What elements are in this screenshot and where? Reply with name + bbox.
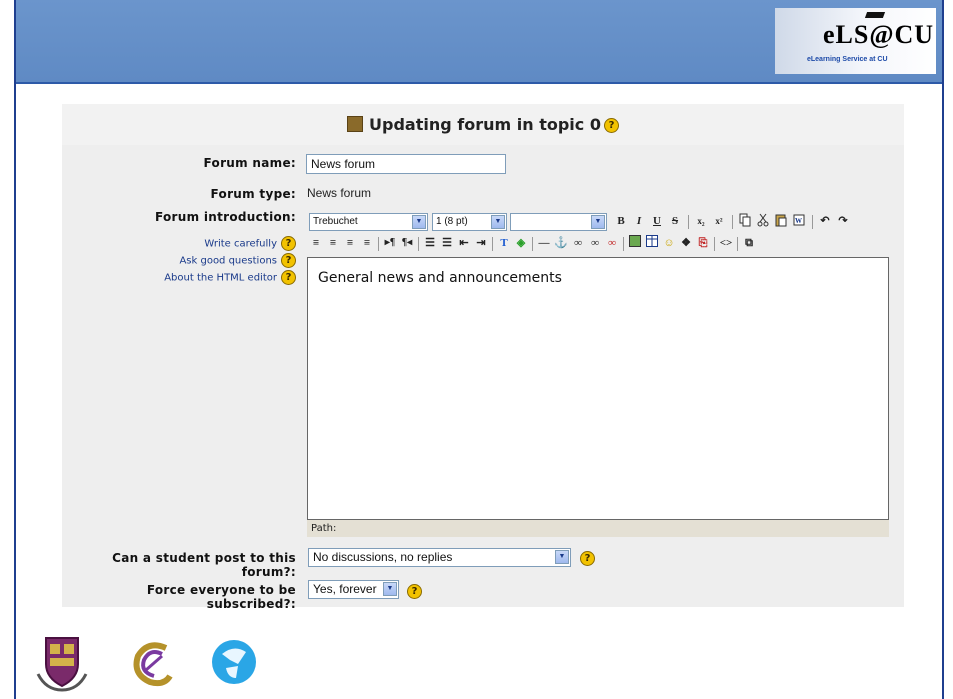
align-right-icon[interactable]: ≡ xyxy=(343,235,357,251)
chevron-down-icon: ▼ xyxy=(412,215,426,229)
help-icon: ? xyxy=(281,253,296,268)
force-subscribe-value: Yes, forever xyxy=(313,582,377,596)
redo-icon[interactable]: ↷ xyxy=(836,213,850,229)
logo-main-text: eLS@CU xyxy=(823,20,935,49)
student-post-value: No discussions, no replies xyxy=(313,550,453,564)
page-heading-bar: Updating forum in topic 0? xyxy=(62,104,904,145)
style-select[interactable]: ▼ xyxy=(510,213,607,231)
image-icon[interactable] xyxy=(628,235,642,251)
help-link-label: Ask good questions xyxy=(179,255,277,267)
justify-icon[interactable]: ≡ xyxy=(360,235,374,251)
student-post-label: Can a student post to this forum?: xyxy=(112,551,296,579)
help-about-html-editor[interactable]: About the HTML editor? xyxy=(100,270,296,285)
toolbar-separator xyxy=(732,215,733,229)
smiley-icon[interactable]: ☺ xyxy=(662,235,676,251)
ltr-icon[interactable]: ▸¶ xyxy=(383,235,397,251)
force-subscribe-label: Force everyone to be subscribed?: xyxy=(146,583,296,611)
html-source-icon[interactable]: <> xyxy=(719,235,733,251)
forum-type-value: News forum xyxy=(307,186,372,200)
bg-color-icon[interactable]: ◈ xyxy=(514,235,528,251)
font-size-select[interactable]: 1 (8 pt) ▼ xyxy=(432,213,507,231)
c-swirl-logo[interactable] xyxy=(126,634,178,694)
search-replace-icon[interactable]: ⎘ xyxy=(696,235,710,251)
text-color-icon[interactable]: T xyxy=(497,235,511,251)
rtl-icon[interactable]: ¶◂ xyxy=(400,235,414,251)
unlink-icon[interactable]: ∞ xyxy=(588,235,602,251)
toolbar-separator xyxy=(623,237,624,251)
student-post-select[interactable]: No discussions, no replies ▼ xyxy=(308,548,571,567)
help-link-label: About the HTML editor xyxy=(164,272,277,284)
forum-name-input[interactable]: News forum xyxy=(306,154,506,174)
link-icon[interactable]: ∞ xyxy=(571,235,585,251)
top-banner: eLS@CU eLearning Service at CU xyxy=(16,0,942,84)
fullscreen-icon[interactable]: ⧉ xyxy=(742,235,756,251)
chevron-down-icon: ▼ xyxy=(555,550,569,564)
forum-icon xyxy=(347,116,364,132)
special-char-icon[interactable]: ❖ xyxy=(679,235,693,251)
paste-icon[interactable] xyxy=(774,213,788,229)
toolbar-separator xyxy=(812,215,813,229)
chevron-down-icon: ▼ xyxy=(491,215,505,229)
underline-button[interactable]: U xyxy=(650,213,664,229)
strikethrough-button[interactable]: S xyxy=(668,213,682,229)
page-heading: Updating forum in topic 0? xyxy=(62,115,904,134)
page-title: Updating forum in topic 0 xyxy=(369,115,601,134)
ordered-list-icon[interactable]: ☰ xyxy=(423,235,437,251)
cut-icon[interactable] xyxy=(756,213,770,229)
font-family-select[interactable]: Trebuchet ▼ xyxy=(309,213,428,231)
font-family-value: Trebuchet xyxy=(313,216,358,227)
outdent-icon[interactable]: ⇤ xyxy=(457,235,471,251)
graduation-cap-icon xyxy=(864,12,886,18)
table-icon[interactable] xyxy=(645,235,659,251)
anchor-icon[interactable]: ⚓ xyxy=(554,235,568,251)
logo-subtitle: eLearning Service at CU xyxy=(807,56,888,63)
forum-type-label: Forum type: xyxy=(210,187,296,201)
toolbar-separator xyxy=(418,237,419,251)
editor-path-bar: Path: xyxy=(307,520,889,537)
toolbar-separator xyxy=(688,215,689,229)
help-link-label: Write carefully xyxy=(204,238,277,250)
help-icon[interactable]: ? xyxy=(580,551,595,566)
toolbar-separator xyxy=(714,237,715,251)
indent-icon[interactable]: ⇥ xyxy=(474,235,488,251)
chevron-down-icon: ▼ xyxy=(383,582,397,596)
forum-name-label: Forum name: xyxy=(203,156,296,170)
globe-logo[interactable] xyxy=(208,634,260,694)
italic-button[interactable]: I xyxy=(632,213,646,229)
els-cu-logo[interactable]: eLS@CU eLearning Service at CU xyxy=(775,8,936,74)
bold-button[interactable]: B xyxy=(614,213,628,229)
paste-word-icon[interactable]: W xyxy=(792,213,806,229)
svg-text:W: W xyxy=(795,217,802,225)
help-icon[interactable]: ? xyxy=(407,584,422,599)
help-ask-good-questions[interactable]: Ask good questions? xyxy=(100,253,296,268)
forum-intro-label: Forum introduction: xyxy=(154,210,296,224)
nolink-icon[interactable]: ∞ xyxy=(605,235,619,251)
copy-icon[interactable] xyxy=(738,213,752,229)
chevron-down-icon: ▼ xyxy=(591,215,605,229)
toolbar-separator xyxy=(737,237,738,251)
toolbar-separator xyxy=(492,237,493,251)
superscript-button[interactable]: x² xyxy=(712,213,726,229)
help-write-carefully[interactable]: Write carefully? xyxy=(100,236,296,251)
editor-content: General news and announcements xyxy=(318,270,562,286)
editor-toolbar-row2: ≡ ≡ ≡ ≡ ▸¶ ¶◂ ☰ ☰ ⇤ ⇥ T ◈ — ⚓ ∞ ∞ ∞ ☺ ❖ … xyxy=(309,235,889,255)
toolbar-separator xyxy=(532,237,533,251)
align-center-icon[interactable]: ≡ xyxy=(326,235,340,251)
help-icon: ? xyxy=(281,270,296,285)
font-size-value: 1 (8 pt) xyxy=(436,216,468,227)
toolbar-separator xyxy=(378,237,379,251)
university-crest-logo[interactable] xyxy=(36,634,88,694)
help-icon: ? xyxy=(281,236,296,251)
force-subscribe-select[interactable]: Yes, forever ▼ xyxy=(308,580,399,599)
horizontal-rule-icon[interactable]: — xyxy=(537,235,551,251)
undo-icon[interactable]: ↶ xyxy=(818,213,832,229)
align-left-icon[interactable]: ≡ xyxy=(309,235,323,251)
help-icon[interactable]: ? xyxy=(603,118,619,133)
subscript-button[interactable]: x₂ xyxy=(694,213,708,229)
unordered-list-icon[interactable]: ☰ xyxy=(440,235,454,251)
html-editor-area[interactable]: General news and announcements xyxy=(307,257,889,520)
